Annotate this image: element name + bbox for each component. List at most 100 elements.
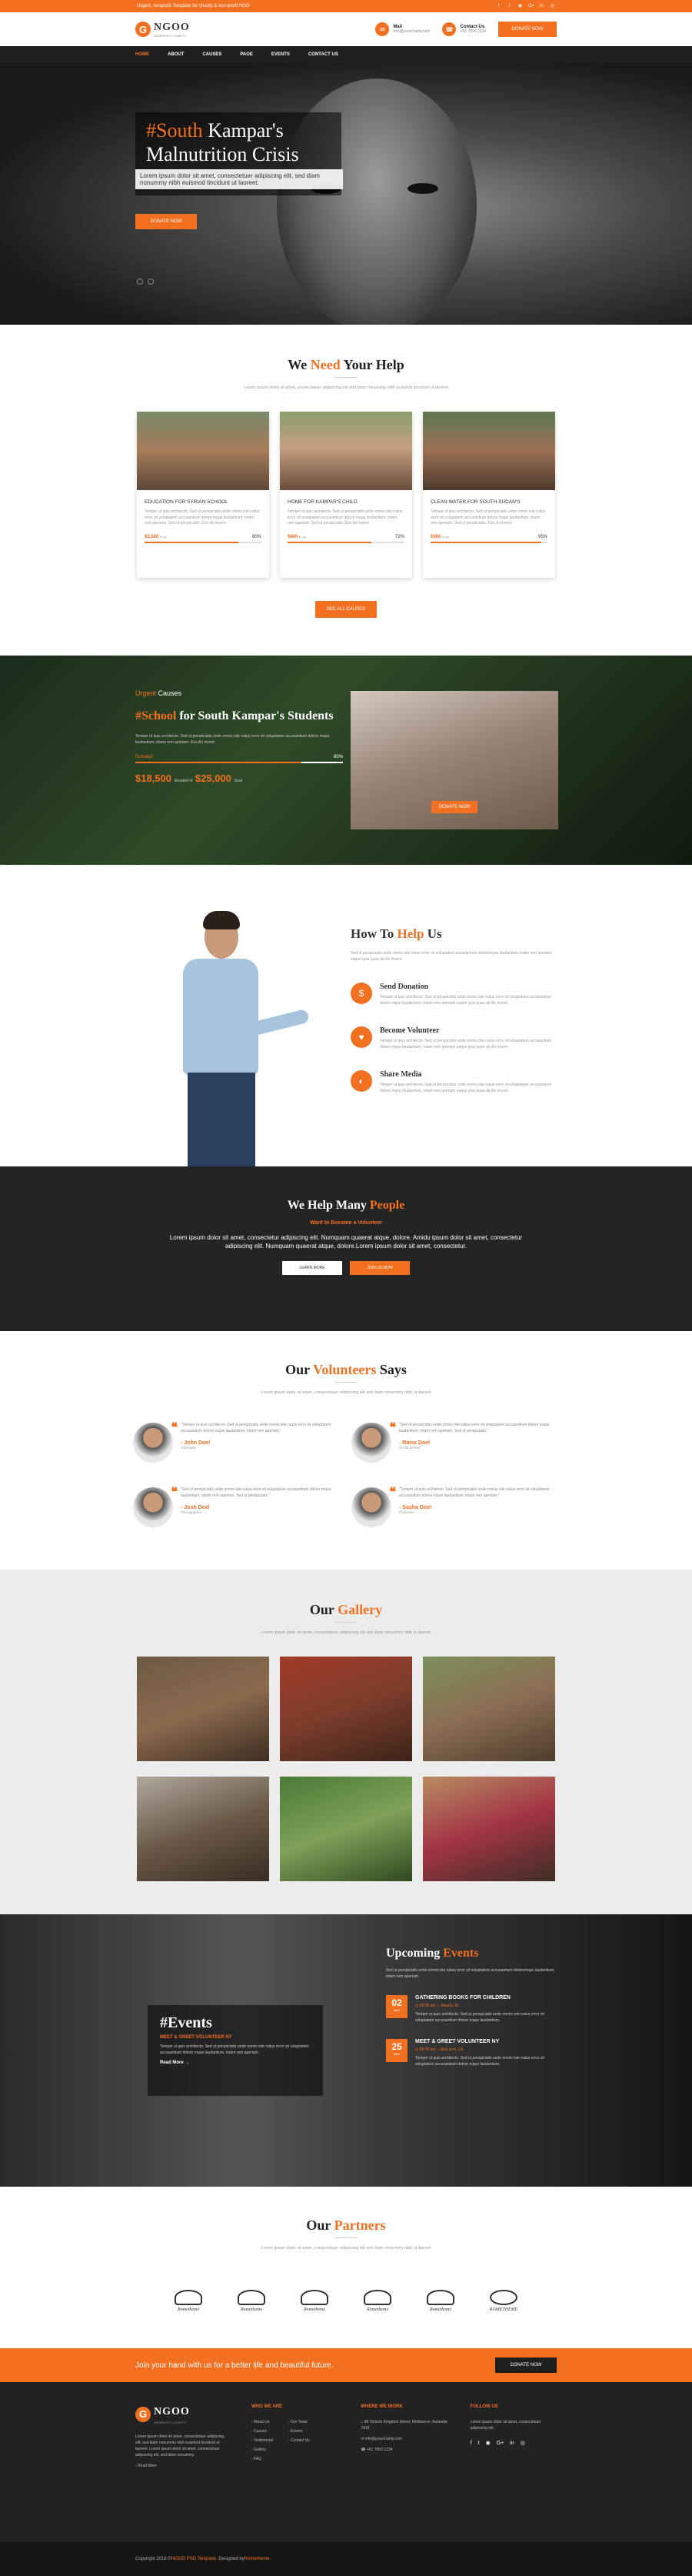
gallery-image[interactable] <box>423 1657 555 1761</box>
instagram-icon[interactable]: ◎ <box>521 2439 525 2448</box>
copyright-template-link[interactable]: NGOO PSD Template <box>171 2557 216 2561</box>
cause-card[interactable]: HOME FOR KAMPAR'S CHILD Temper ut quis a… <box>280 412 412 578</box>
testimonial: ❝ "Sed ut perspiciatis unde omnis iste n… <box>133 1486 341 1527</box>
footer-link[interactable]: Testimonial <box>251 2438 273 2444</box>
gallery-image[interactable] <box>423 1777 555 1881</box>
partner-logo[interactable]: Rometheme <box>166 2281 211 2320</box>
cause-title[interactable]: CLEAN WATER FOR SOUTH SUDAN'S <box>431 499 547 505</box>
footer-link[interactable]: Contact Us <box>288 2438 310 2444</box>
event-title: MEET & GREET VOLUNTEER NY <box>415 2039 500 2044</box>
pinterest-icon[interactable]: ◉ <box>486 2439 491 2448</box>
event-item[interactable]: 25 MAY MEET & GREET VOLUNTEER NY ◷ 08:00 a… <box>386 2039 560 2067</box>
partner-logo[interactable]: Rometheme <box>229 2281 274 2320</box>
footer-read-more[interactable]: Read More <box>135 2463 228 2469</box>
hero-banner: #South Kampar's Malnutrition Crisis Lore… <box>0 63 692 325</box>
urgent-tag: Urgent Causes <box>135 689 182 697</box>
urgent-progress-label: Donated <box>135 755 153 760</box>
gallery-image[interactable] <box>280 1777 412 1881</box>
linkedin-icon[interactable]: in <box>510 2439 514 2448</box>
testimonial-role: Photographer <box>181 1510 202 1514</box>
cause-title[interactable]: EDUCATION FOR SYRIAN SCHOOL <box>145 499 261 505</box>
footer-follow-text: Lorem ipsum dolor sit amet, consectetuer… <box>470 2419 541 2431</box>
gallery-image[interactable] <box>280 1657 412 1761</box>
footer-link[interactable]: About Us <box>251 2419 273 2425</box>
event-text: Temper ut quis architecto. Sed ut perspi… <box>415 2056 544 2067</box>
facebook-icon[interactable]: f <box>471 2439 472 2448</box>
phone-value[interactable]: +61 7000 1234 <box>460 29 486 34</box>
nav-page[interactable]: PAGE <box>240 52 253 57</box>
urgent-donate-button[interactable]: DONATE NOW <box>431 801 477 813</box>
quote-icon: ❝ <box>389 1421 396 1434</box>
footer-link[interactable]: Causes <box>251 2428 273 2434</box>
event-item[interactable]: 02 MAY GATHERING BOOKS FOR CHILDREN ◷ 09:0… <box>386 1995 560 2024</box>
logo-mark-icon: G <box>135 22 151 37</box>
quote-icon: ❝ <box>389 1486 396 1499</box>
slider-dot[interactable] <box>137 279 143 285</box>
testimonial: ❝ "Sed ut perspiciatis unde omnis iste n… <box>351 1421 559 1463</box>
nav-home[interactable]: HOME <box>135 52 149 57</box>
copyright-designer-link[interactable]: Rometheme. <box>245 2557 271 2561</box>
google-plus-icon[interactable]: G+ <box>528 4 534 9</box>
step-title[interactable]: Share Media <box>380 1070 422 1079</box>
hero-donate-button[interactable]: DONATE NOW <box>135 214 197 229</box>
partner-logo[interactable]: Rometheme <box>418 2281 463 2320</box>
partners-title: Our Partners <box>306 2217 386 2233</box>
urgent-title: #School for South Kampar's Students <box>135 709 334 722</box>
join-donate-button[interactable]: DONATE NOW <box>495 2357 557 2373</box>
featured-event: #Events MEET & GREET VOLUNTEER NY Temper… <box>148 2005 323 2096</box>
urgent-causes-section: Urgent Causes #School for South Kampar's… <box>0 656 692 865</box>
google-plus-icon[interactable]: G+ <box>497 2439 504 2448</box>
cause-progress-bar <box>288 541 404 543</box>
logo[interactable]: G NGOO NONPROFIT CHARITY <box>135 22 190 38</box>
help-step: ◐ Share Media Temper ut quis architecto. … <box>351 1070 558 1094</box>
nav-about[interactable]: ABOUT <box>168 52 184 57</box>
cause-text: Temper ut quis architecto. Sed ut perspi… <box>145 509 260 526</box>
footer-link[interactable]: FAQ <box>251 2456 273 2462</box>
cause-card[interactable]: CLEAN WATER FOR SOUTH SUDAN'S Temper ut … <box>423 412 555 578</box>
volunteers-section: Our Volunteers Says Lorem ipsum dolor si… <box>0 1331 692 1570</box>
featured-event-title: #Events <box>160 2014 212 2031</box>
cause-progress-bar <box>431 541 547 543</box>
title-divider <box>334 1622 358 1623</box>
nav-events[interactable]: EVENTS <box>271 52 290 57</box>
partner-logo[interactable]: Rometheme <box>355 2281 400 2320</box>
step-title[interactable]: Send Donation <box>380 983 428 991</box>
cause-amount: $580 <box>431 534 441 539</box>
twitter-icon[interactable]: t <box>478 2439 480 2448</box>
pinterest-icon[interactable]: ◉ <box>517 4 523 9</box>
cause-card[interactable]: EDUCATION FOR SYRIAN SCHOOL Temper ut qu… <box>137 412 269 578</box>
nav-contact[interactable]: CONTACT US <box>308 52 338 57</box>
footer-link[interactable]: Gallery <box>251 2447 273 2453</box>
read-more-link[interactable]: Read More → <box>160 2060 311 2065</box>
instagram-icon[interactable]: ◎ <box>550 4 555 9</box>
step-title[interactable]: Become Volunteer <box>380 1026 440 1035</box>
join-us-button[interactable]: JOIN US NOW <box>350 1261 410 1276</box>
hero-eye-right <box>408 183 438 194</box>
linkedin-icon[interactable]: in <box>539 4 544 9</box>
cause-progress-bar <box>145 541 261 543</box>
partner-logo[interactable]: ROMETHEME <box>481 2281 526 2320</box>
footer-email[interactable]: ✉ info@yourcharity.com <box>361 2436 447 2442</box>
footer-about: G NGOO NONPROFIT CHARITY Lorem ipsum dolor… <box>135 2404 228 2542</box>
partner-logo[interactable]: Rometheme <box>292 2281 337 2320</box>
twitter-icon[interactable]: t <box>507 4 512 9</box>
cause-title[interactable]: HOME FOR KAMPAR'S CHILD <box>288 499 404 505</box>
phone-icon: ☎ <box>442 22 457 36</box>
see-all-causes-button[interactable]: SEE ALL CAUSES <box>315 601 377 618</box>
learn-more-button[interactable]: LEARN MORE <box>282 1261 342 1276</box>
slider-dot[interactable] <box>148 279 154 285</box>
mail-value[interactable]: info@yourcharity.com <box>393 29 430 34</box>
hero-text-box: #South Kampar's Malnutrition Crisis Lore… <box>135 112 343 196</box>
quote-icon: ❝ <box>171 1486 178 1499</box>
gallery-image[interactable] <box>137 1777 269 1881</box>
how-to-help-title: How To Help Us <box>351 926 442 941</box>
footer-link[interactable]: Events <box>288 2428 310 2434</box>
event-date: 02 MAY <box>386 1995 408 2018</box>
nav-causes[interactable]: CAUSES <box>202 52 221 57</box>
volunteer-icon: ♥ <box>351 1026 372 1048</box>
gallery-image[interactable] <box>137 1657 269 1761</box>
footer-link[interactable]: Our Team <box>288 2419 310 2425</box>
facebook-icon[interactable]: f <box>496 4 501 9</box>
header-donate-button[interactable]: DONATE NOW <box>498 22 557 37</box>
hero-subtitle: Lorem ipsum dolor sit amet, consectetuer… <box>135 169 343 190</box>
